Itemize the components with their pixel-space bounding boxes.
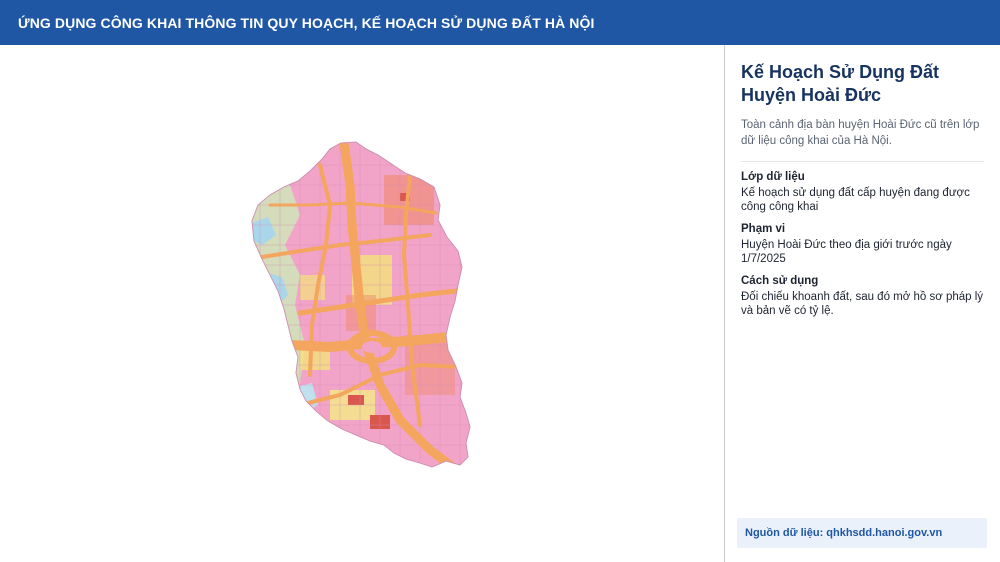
section-scope: Phạm vi Huyện Hoài Đức theo địa giới trư…	[741, 222, 984, 266]
section-usage: Cách sử dụng Đối chiếu khoanh đất, sau đ…	[741, 274, 984, 318]
map-view[interactable]	[0, 45, 724, 562]
info-panel: Kế Hoạch Sử Dụng Đất Huyện Hoài Đức Toàn…	[725, 45, 1000, 562]
district-hoai-duc[interactable]	[240, 135, 480, 475]
section-data-layer: Lớp dữ liệu Kế hoạch sử dụng đất cấp huy…	[741, 170, 984, 214]
section-label: Cách sử dụng	[741, 275, 819, 287]
panel-title-line-2: Huyện Hoài Đức	[741, 85, 882, 105]
panel-title-line-1: Kế Hoạch Sử Dụng Đất	[741, 62, 940, 82]
section-value: Đối chiếu khoanh đất, sau đó mở hồ sơ ph…	[741, 291, 984, 317]
data-source-text[interactable]: Nguồn dữ liệu: qhkhsdd.hanoi.gov.vn	[745, 527, 942, 539]
app-root: ỨNG DỤNG CÔNG KHAI THÔNG TIN QUY HOẠCH, …	[0, 0, 1000, 562]
top-header: ỨNG DỤNG CÔNG KHAI THÔNG TIN QUY HOẠCH, …	[0, 0, 1000, 45]
data-source-box: Nguồn dữ liệu: qhkhsdd.hanoi.gov.vn	[737, 518, 987, 548]
panel-description: Toàn cảnh địa bàn huyện Hoài Đức cũ trên…	[741, 119, 980, 147]
section-value: Kế hoạch sử dụng đất cấp huyện đang được…	[741, 187, 970, 213]
land-use-map[interactable]	[0, 45, 724, 562]
section-value: Huyện Hoài Đức theo địa giới trước ngày …	[741, 239, 952, 265]
panel-separator	[741, 161, 984, 162]
panel-title: Kế Hoạch Sử Dụng Đất Huyện Hoài Đức	[741, 61, 984, 107]
app-title: ỨNG DỤNG CÔNG KHAI THÔNG TIN QUY HOẠCH, …	[18, 14, 595, 31]
section-label: Lớp dữ liệu	[741, 171, 805, 183]
section-label: Phạm vi	[741, 223, 786, 235]
